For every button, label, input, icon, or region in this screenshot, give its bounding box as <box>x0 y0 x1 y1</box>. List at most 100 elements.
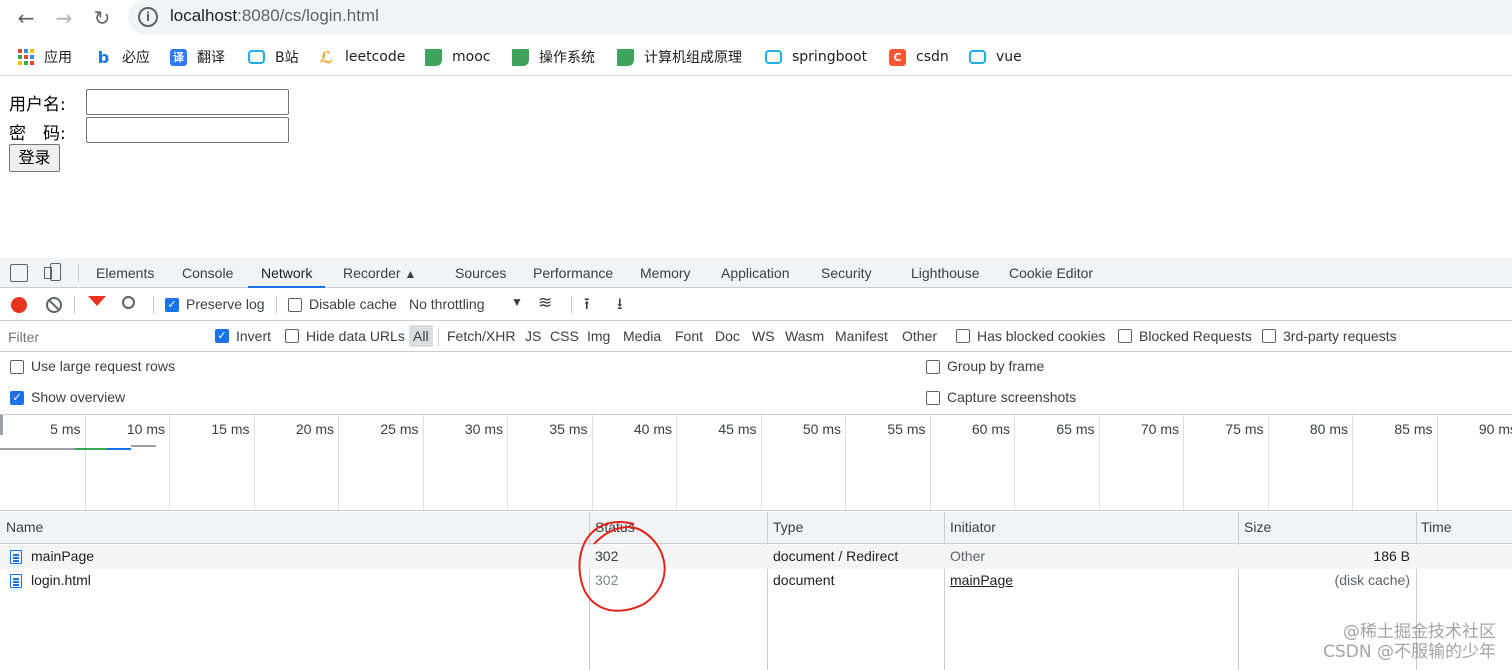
filter-type-other[interactable]: Other <box>902 328 937 344</box>
bookmark-vue[interactable]: vue <box>969 47 1022 67</box>
timeline-tick-label: 60 ms <box>971 421 1010 437</box>
timeline-gridline <box>845 415 846 511</box>
login-button[interactable]: 登录 <box>9 144 60 172</box>
tab-lighthouse[interactable]: Lighthouse <box>911 258 980 288</box>
url-text[interactable]: localhost:8080/cs/login.html <box>170 6 379 26</box>
timeline-tick-label: 25 ms <box>380 421 419 437</box>
tab-security[interactable]: Security <box>821 258 872 288</box>
tab-memory[interactable]: Memory <box>640 258 691 288</box>
bookmark-computer-organization[interactable]: 计算机组成原理 <box>617 47 742 67</box>
bookmark-bing[interactable]: b 必应 <box>95 47 150 67</box>
network-conditions-icon[interactable]: ≋ <box>538 293 552 313</box>
bookmark-mooc[interactable]: mooc <box>425 47 490 67</box>
request-type: document / Redirect <box>773 548 899 564</box>
disable-cache-checkbox[interactable] <box>288 298 302 312</box>
tab-recorder[interactable]: Recorder ▲ <box>343 258 416 288</box>
timeline-gridline <box>1267 415 1269 511</box>
export-har-icon[interactable]: ⭳ <box>617 293 623 320</box>
tab-application[interactable]: Application <box>721 258 790 288</box>
preserve-log-checkbox[interactable]: ✓ <box>165 298 179 312</box>
filter-type-img[interactable]: Img <box>587 328 610 344</box>
inspect-element-icon[interactable] <box>10 264 28 282</box>
filter-icon[interactable] <box>88 296 106 306</box>
table-row[interactable]: mainPage 302 document / Redirect Other 1… <box>0 545 1512 569</box>
column-name[interactable]: Name <box>6 519 43 535</box>
filter-type-all[interactable]: All <box>409 325 433 347</box>
timeline-gridline <box>929 415 931 511</box>
device-toolbar-icon[interactable] <box>42 263 62 283</box>
bookmark-bilibili[interactable]: B站 <box>248 47 299 67</box>
username-input[interactable] <box>86 89 289 115</box>
capture-screenshots-checkbox[interactable] <box>926 391 940 405</box>
request-initiator-link[interactable]: mainPage <box>950 572 1013 588</box>
bookmark-leetcode[interactable]: ℒleetcode <box>318 47 406 67</box>
request-type: document <box>773 572 835 588</box>
bookmark-label: mooc <box>452 49 491 65</box>
column-initiator[interactable]: Initiator <box>950 519 996 535</box>
bookmark-translate[interactable]: 译翻译 <box>170 47 225 67</box>
tab-performance[interactable]: Performance <box>533 258 613 288</box>
record-icon[interactable] <box>11 297 27 313</box>
hide-data-urls-checkbox[interactable] <box>285 329 299 343</box>
invert-checkbox[interactable]: ✓ <box>215 329 229 343</box>
request-name[interactable]: mainPage <box>31 548 94 564</box>
address-bar[interactable]: i localhost:8080/cs/login.html <box>128 0 1512 34</box>
filter-bar: ✓ Invert Hide data URLs All Fetch/XHR JS… <box>0 322 1512 352</box>
tab-elements[interactable]: Elements <box>96 258 154 288</box>
filter-type-doc[interactable]: Doc <box>715 328 740 344</box>
bookmark-csdn[interactable]: Ccsdn <box>889 47 949 67</box>
invert-label: Invert <box>236 328 272 344</box>
bookmark-os[interactable]: 操作系统 <box>512 47 595 67</box>
mooc-icon <box>425 48 442 66</box>
request-name[interactable]: login.html <box>31 572 91 588</box>
filter-type-font[interactable]: Font <box>675 328 703 344</box>
tab-cookie-editor[interactable]: Cookie Editor <box>1009 258 1093 288</box>
bilibili-icon <box>969 50 986 64</box>
search-icon[interactable] <box>122 296 135 309</box>
filter-type-css[interactable]: CSS <box>550 328 579 344</box>
site-info-icon[interactable]: i <box>138 7 158 27</box>
third-party-checkbox[interactable] <box>1262 329 1276 343</box>
disable-cache-label: Disable cache <box>309 296 397 312</box>
password-label: 密 码: <box>9 124 66 144</box>
throttling-select[interactable]: No throttling <box>409 296 484 312</box>
password-input[interactable] <box>86 117 289 143</box>
table-row[interactable]: login.html 302 document mainPage (disk c… <box>0 569 1512 593</box>
blocked-requests-checkbox[interactable] <box>1118 329 1132 343</box>
overview-bar <box>75 448 107 450</box>
has-blocked-cookies-checkbox[interactable] <box>956 329 970 343</box>
leetcode-icon: ℒ <box>319 47 334 67</box>
document-icon <box>10 550 22 564</box>
bookmark-apps[interactable]: 应用 <box>18 47 72 67</box>
column-size[interactable]: Size <box>1244 519 1271 535</box>
tab-sources[interactable]: Sources <box>455 258 506 288</box>
large-rows-checkbox[interactable] <box>10 360 24 374</box>
tab-network[interactable]: Network <box>248 258 326 288</box>
network-overview[interactable]: 5 ms 10 ms 15 ms 20 ms 25 ms 30 ms 35 ms 40 ms 4… <box>0 415 1512 511</box>
request-size: 186 B <box>1373 548 1410 564</box>
column-type[interactable]: Type <box>773 519 803 535</box>
hide-data-urls-label: Hide data URLs <box>306 328 405 344</box>
filter-type-wasm[interactable]: Wasm <box>785 328 824 344</box>
filter-type-ws[interactable]: WS <box>752 328 775 344</box>
bookmark-springboot[interactable]: springboot <box>765 47 867 67</box>
chevron-down-icon[interactable]: ▼ <box>511 295 523 309</box>
bookmarks-bar: 应用 b 必应 译翻译 B站 ℒleetcode mooc 操作系统 计算机组成原… <box>0 38 1512 76</box>
column-time[interactable]: Time <box>1421 519 1452 535</box>
filter-input[interactable] <box>4 326 201 348</box>
reload-icon[interactable]: ↻ <box>90 6 114 30</box>
show-overview-checkbox[interactable]: ✓ <box>10 391 24 405</box>
filter-type-media[interactable]: Media <box>623 328 661 344</box>
tab-console[interactable]: Console <box>182 258 233 288</box>
filter-type-fetch-xhr[interactable]: Fetch/XHR <box>447 328 515 344</box>
clear-icon[interactable] <box>46 297 62 313</box>
filter-type-js[interactable]: JS <box>525 328 541 344</box>
group-by-frame-checkbox[interactable] <box>926 360 940 374</box>
bookmark-label: csdn <box>916 49 949 65</box>
forward-arrow-icon[interactable]: → <box>52 6 76 30</box>
request-table: Name Status Type Initiator Size Time mai… <box>0 512 1512 670</box>
import-har-icon[interactable]: ⭱ <box>584 293 590 320</box>
filter-type-manifest[interactable]: Manifest <box>835 328 888 344</box>
overview-bar <box>107 448 131 450</box>
back-arrow-icon[interactable]: ← <box>14 6 38 30</box>
